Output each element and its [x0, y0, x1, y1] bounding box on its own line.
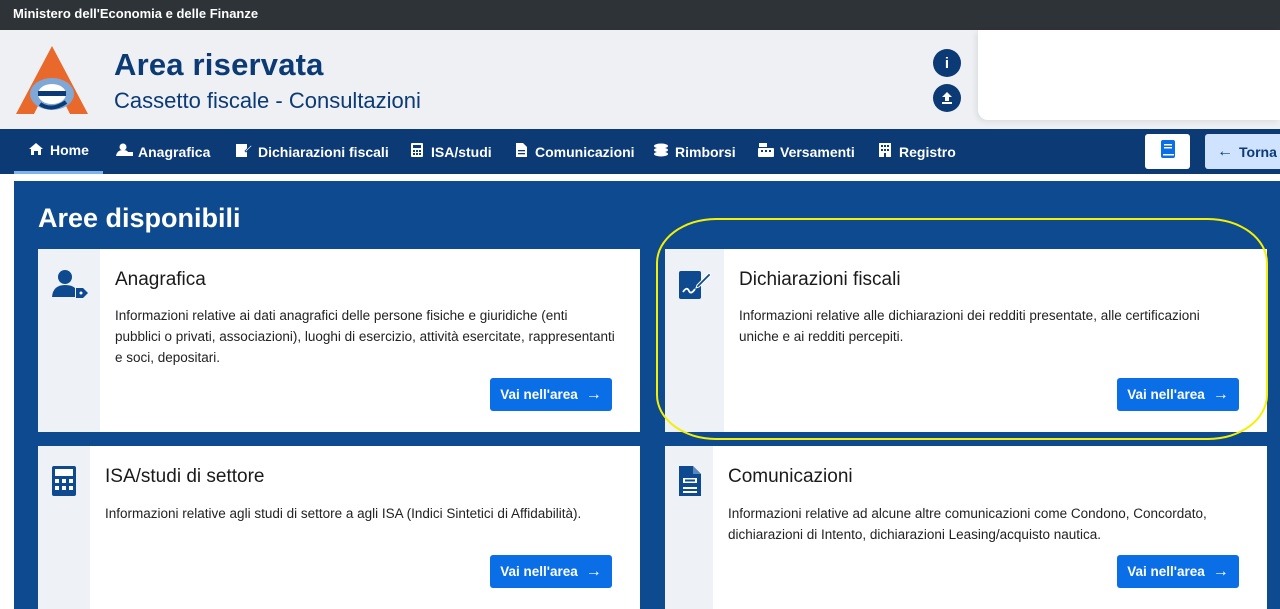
home-icon [28, 142, 44, 159]
back-button[interactable]: ← Torna [1205, 134, 1280, 169]
nav-label: Home [50, 142, 89, 158]
card-title: ISA/studi di settore [105, 466, 265, 487]
nav-item-isa[interactable]: ISA/studi [409, 129, 492, 174]
go-to-area-button[interactable]: Vai nell'area → [1117, 555, 1239, 588]
site-header: Area riservata Cassetto fiscale - Consul… [0, 30, 1280, 129]
signature-icon [236, 143, 253, 160]
nav-item-comunicazioni[interactable]: Comunicazioni [513, 129, 635, 174]
page-subtitle: Cassetto fiscale - Consultazioni [114, 88, 421, 113]
button-label: Vai nell'area [500, 564, 578, 579]
nav-item-anagrafica[interactable]: Anagrafica [116, 129, 210, 174]
book-icon [1160, 140, 1176, 163]
card-description: Informazioni relative ai dati anagrafici… [115, 308, 615, 365]
card-anagrafica: Anagrafica Informazioni relative ai dati… [38, 249, 640, 432]
nav-label: Rimborsi [675, 143, 736, 160]
arrow-right-icon: → [585, 562, 602, 580]
upload-icon[interactable] [933, 84, 961, 112]
button-label: Vai nell'area [500, 387, 578, 402]
nav-item-registro[interactable]: Registro [877, 129, 956, 174]
nav-label: Registro [899, 143, 956, 160]
calculator-icon [409, 143, 425, 160]
nav-item-rimborsi[interactable]: Rimborsi [653, 129, 736, 174]
go-to-area-button[interactable]: Vai nell'area → [490, 378, 612, 411]
back-label: Torna [1239, 143, 1277, 160]
nav-item-versamenti[interactable]: Versamenti [758, 129, 855, 174]
nav-label: Comunicazioni [535, 143, 635, 160]
card-comunicazioni: Comunicazioni Informazioni relative ad a… [665, 446, 1267, 609]
building-icon [877, 143, 893, 160]
header-user-panel [978, 30, 1280, 120]
nav-label: Versamenti [780, 143, 855, 160]
arrow-right-icon: → [585, 385, 602, 403]
nav-label: Dichiarazioni fiscali [258, 143, 389, 160]
arrow-left-icon: ← [1217, 142, 1233, 160]
nav-item-home[interactable]: Home [14, 129, 103, 174]
agenzia-entrate-logo[interactable] [12, 44, 92, 116]
user-tag-icon [116, 143, 133, 160]
page-title: Area riservata [114, 47, 324, 82]
nav-label: ISA/studi [431, 143, 492, 160]
guide-button[interactable] [1145, 134, 1190, 169]
info-icon[interactable]: i [933, 49, 961, 77]
areas-title: Aree disponibili [38, 203, 241, 233]
card-title: Comunicazioni [728, 466, 853, 487]
cash-register-icon [758, 143, 774, 160]
card-description: Informazioni relative ad alcune altre co… [728, 506, 1207, 542]
nav-item-dichiarazioni[interactable]: Dichiarazioni fiscali [236, 129, 389, 174]
card-description: Informazioni relative agli studi di sett… [105, 506, 582, 521]
highlight-annotation [656, 218, 1268, 440]
main-nav: Home Anagrafica Dichiarazioni fiscali IS… [0, 129, 1280, 174]
arrow-right-icon: → [1212, 562, 1229, 580]
ministry-name: Ministero dell'Economia e delle Finanze [13, 6, 259, 21]
calculator-icon [52, 466, 76, 501]
go-to-area-button[interactable]: Vai nell'area → [490, 555, 612, 588]
user-tag-icon [52, 269, 88, 304]
nav-label: Anagrafica [138, 143, 211, 160]
card-isa: ISA/studi di settore Informazioni relati… [38, 446, 640, 609]
document-icon [513, 143, 529, 160]
button-label: Vai nell'area [1127, 564, 1205, 579]
card-title: Anagrafica [115, 269, 206, 290]
coins-icon [653, 143, 669, 160]
ministry-topbar: Ministero dell'Economia e delle Finanze [0, 0, 1280, 30]
document-icon [679, 466, 701, 501]
